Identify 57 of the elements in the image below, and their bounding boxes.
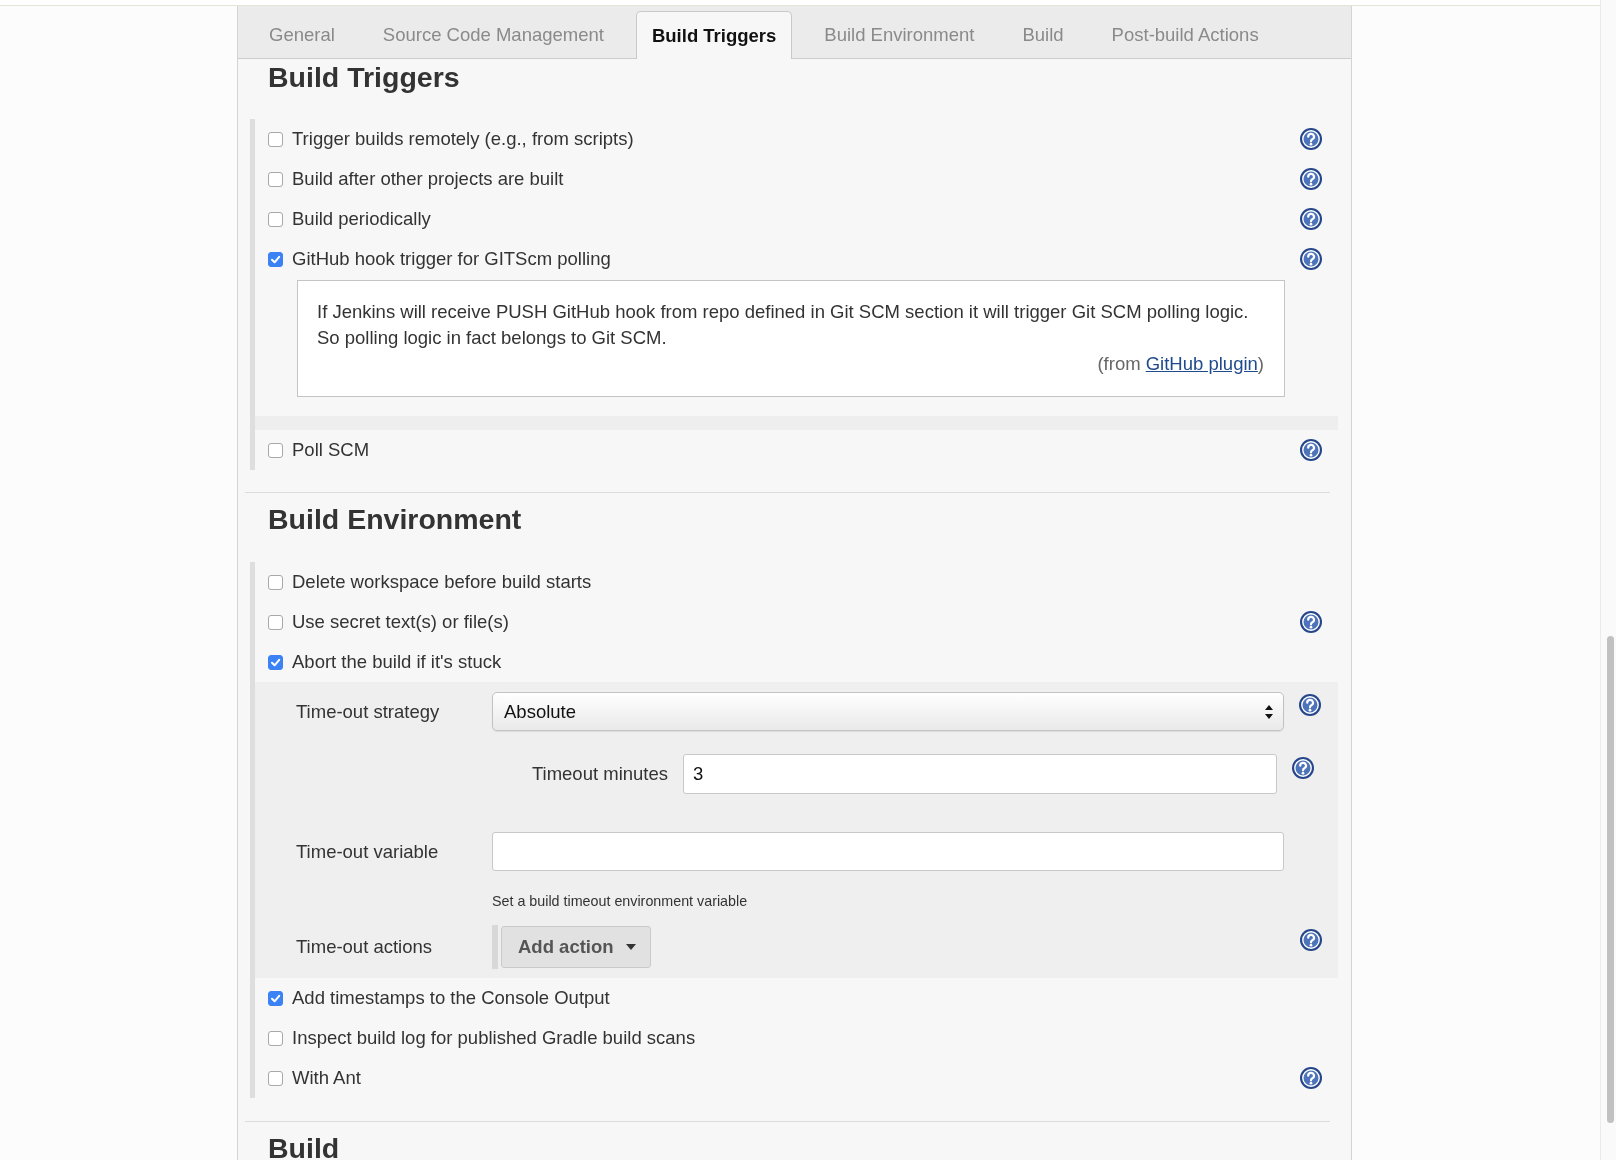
dropdown-select[interactable]: Absolute: [492, 692, 1284, 731]
option-label: GitHub hook trigger for GITScm polling: [292, 248, 611, 270]
help-icon[interactable]: [1300, 168, 1322, 190]
checkbox[interactable]: [268, 442, 283, 458]
help-icon[interactable]: [1299, 694, 1321, 716]
checkbox[interactable]: [268, 211, 283, 227]
help-icon[interactable]: [1292, 757, 1314, 779]
checkbox[interactable]: [268, 990, 283, 1006]
tab[interactable]: Build Triggers: [635, 11, 793, 59]
checkbox[interactable]: [268, 574, 283, 590]
option-label: Use secret text(s) or file(s): [292, 611, 509, 633]
field-hint: Set a build timeout environment variable: [492, 893, 748, 909]
text-input-field[interactable]: [492, 832, 1284, 871]
field-label: Timeout minutes: [530, 763, 668, 785]
section-heading: Build Environment: [267, 503, 523, 535]
option-label: With Ant: [292, 1067, 361, 1089]
option-label: Inspect build log for published Gradle build scans: [292, 1027, 696, 1049]
checkbox[interactable]: [268, 654, 283, 670]
updown-arrows-icon: [1265, 704, 1273, 719]
help-icon[interactable]: [1300, 128, 1322, 150]
tab[interactable]: Build Environment: [808, 11, 991, 58]
tab[interactable]: Source Code Management: [366, 11, 620, 58]
option-label: Poll SCM: [292, 439, 370, 461]
help-icon[interactable]: [1300, 439, 1322, 461]
option-label: Delete workspace before build starts: [292, 571, 592, 593]
help-icon[interactable]: [1300, 1067, 1322, 1089]
checkbox[interactable]: [268, 131, 283, 147]
tab[interactable]: General: [253, 11, 351, 58]
option-label: Build after other projects are built: [292, 168, 564, 190]
option-label: Add timestamps to the Console Output: [292, 987, 610, 1009]
field-label: Time-out strategy: [296, 700, 441, 723]
field-label: Time-out actions: [296, 936, 434, 958]
checkbox[interactable]: [268, 251, 283, 267]
plugin-attribution: (from GitHub plugin): [1097, 353, 1264, 374]
caret-down-icon: [625, 944, 636, 950]
tab[interactable]: Build: [1006, 11, 1080, 58]
checkbox[interactable]: [268, 1070, 283, 1086]
tab[interactable]: Post-build Actions: [1095, 11, 1275, 58]
checkbox[interactable]: [268, 171, 283, 187]
help-icon[interactable]: [1300, 611, 1322, 633]
help-icon[interactable]: [1300, 208, 1322, 230]
description-text: If Jenkins will receive PUSH GitHub hook from repo defined in Git SCM section it will trigger Git SCM polling logic. So polling logic in fact belongs to Git SCM.: [317, 300, 1250, 350]
section-heading: Build Triggers: [267, 61, 461, 93]
option-label: Build periodically: [292, 208, 431, 230]
option-label: Trigger builds remotely (e.g., from scripts): [292, 128, 634, 150]
number-input-field[interactable]: 3: [683, 754, 1277, 794]
add-action-button[interactable]: Add action: [501, 926, 651, 968]
option-label: Abort the build if it's stuck: [292, 651, 502, 673]
scrollbar-track[interactable]: [1600, 0, 1616, 1160]
help-icon[interactable]: [1300, 929, 1322, 951]
help-icon[interactable]: [1300, 248, 1322, 270]
field-label: Time-out variable: [296, 840, 440, 863]
checkbox[interactable]: [268, 1030, 283, 1046]
scrollbar-thumb[interactable]: [1607, 636, 1614, 1123]
plugin-link[interactable]: GitHub plugin: [1145, 353, 1258, 374]
checkbox[interactable]: [268, 614, 283, 630]
section-heading: Build: [267, 1132, 341, 1160]
